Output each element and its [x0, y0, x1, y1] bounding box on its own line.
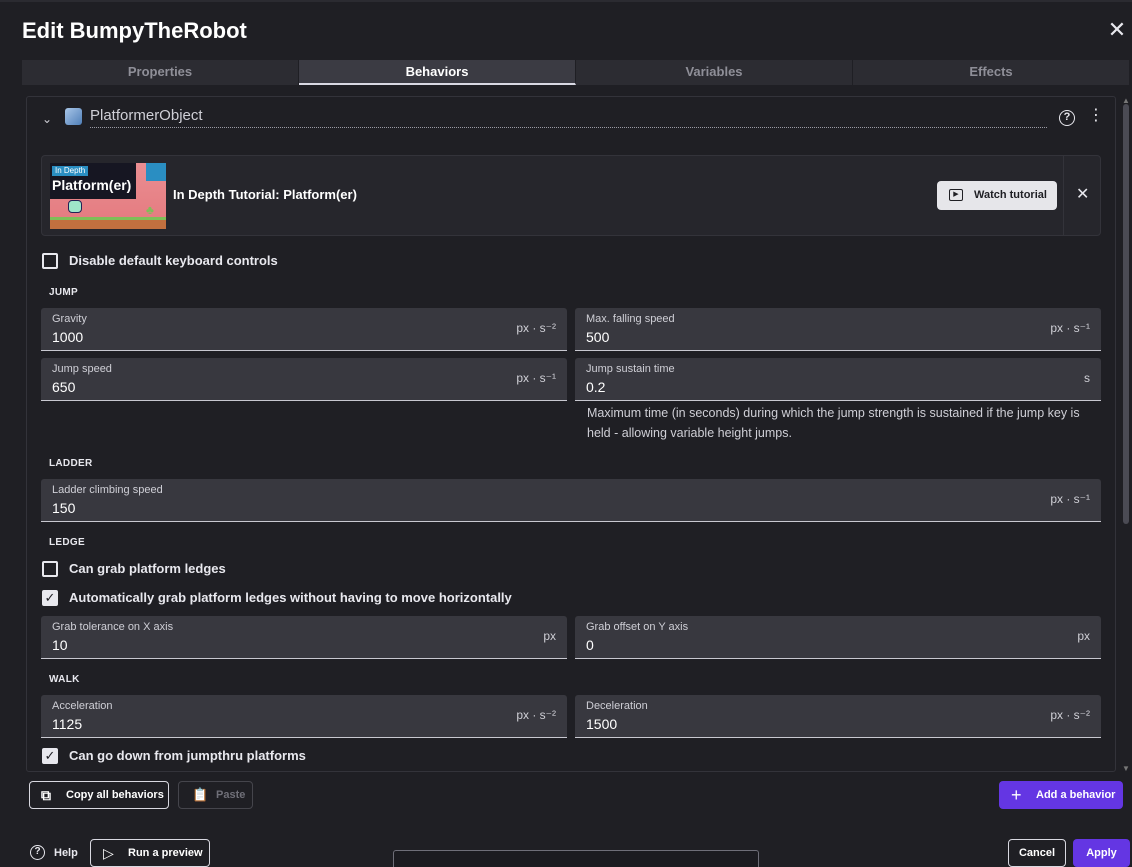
field-label: Deceleration: [586, 700, 648, 712]
jump-speed-field[interactable]: Jump speed 650 px · s⁻¹: [41, 358, 567, 401]
section-walk: WALK: [49, 674, 80, 685]
tab-behaviors[interactable]: Behaviors: [299, 60, 576, 85]
disable-keyboard-checkbox-row[interactable]: Disable default keyboard controls: [42, 252, 278, 270]
field-value[interactable]: 150: [52, 500, 75, 516]
checkbox[interactable]: [42, 561, 58, 577]
dismiss-tutorial-icon[interactable]: ✕: [1076, 184, 1089, 204]
tutorial-title: In Depth Tutorial: Platform(er): [173, 187, 357, 202]
clipboard-icon: 📋: [192, 787, 209, 802]
section-ledge: LEDGE: [49, 537, 85, 548]
help-label: Help: [54, 847, 78, 859]
paste-button[interactable]: 📋 Paste: [178, 781, 253, 809]
field-unit: px · s⁻²: [516, 708, 556, 722]
tutorial-thumbnail: In Depth Platform(er) ♣: [50, 163, 166, 229]
close-icon[interactable]: ✕: [1106, 19, 1128, 42]
grab-offset-y-field[interactable]: Grab offset on Y axis 0 px: [575, 616, 1101, 659]
max-falling-speed-field[interactable]: Max. falling speed 500 px · s⁻¹: [575, 308, 1101, 351]
ladder-climbing-speed-field[interactable]: Ladder climbing speed 150 px · s⁻¹: [41, 479, 1101, 522]
more-vertical-icon[interactable]: ⋮: [1088, 108, 1104, 124]
acceleration-field[interactable]: Acceleration 1125 px · s⁻²: [41, 695, 567, 738]
robot-icon: [68, 200, 82, 213]
chevron-down-icon[interactable]: ⌄: [42, 112, 52, 126]
section-jump: JUMP: [49, 287, 78, 298]
field-value[interactable]: 1500: [586, 716, 617, 732]
checkbox-label: Can grab platform ledges: [69, 561, 226, 576]
can-grab-ledges-checkbox-row[interactable]: Can grab platform ledges: [42, 560, 226, 578]
add-behavior-button[interactable]: + Add a behavior: [999, 781, 1123, 809]
help-button[interactable]: ? Help: [30, 845, 78, 861]
play-icon: ▷: [103, 845, 114, 861]
tab-variables[interactable]: Variables: [576, 60, 853, 85]
field-label: Gravity: [52, 313, 87, 325]
checkbox-label: Can go down from jumpthru platforms: [69, 748, 306, 763]
field-label: Grab offset on Y axis: [586, 621, 689, 633]
deceleration-field[interactable]: Deceleration 1500 px · s⁻²: [575, 695, 1101, 738]
run-preview-label: Run a preview: [128, 847, 203, 859]
field-label: Grab tolerance on X axis: [52, 621, 174, 633]
field-unit: px · s⁻²: [1050, 708, 1090, 722]
checkbox-checked[interactable]: ✓: [42, 748, 58, 764]
play-icon: ▶: [949, 189, 963, 201]
help-icon[interactable]: ?: [1059, 110, 1075, 126]
field-label: Ladder climbing speed: [52, 484, 163, 496]
copy-icon: ⧉: [41, 787, 51, 803]
top-border: [0, 0, 1132, 2]
tab-effects[interactable]: Effects: [853, 60, 1130, 85]
platformer-behavior-icon: [65, 108, 82, 125]
field-label: Acceleration: [52, 700, 113, 712]
checkbox[interactable]: [42, 253, 58, 269]
field-value[interactable]: 500: [586, 329, 609, 345]
field-unit: px: [543, 629, 556, 643]
field-value[interactable]: 1125: [52, 716, 82, 732]
thumbnail-badge: In Depth: [52, 166, 89, 176]
apply-button[interactable]: Apply: [1073, 839, 1130, 867]
grab-tolerance-x-field[interactable]: Grab tolerance on X axis 10 px: [41, 616, 567, 659]
add-behavior-label: Add a behavior: [1036, 789, 1116, 801]
field-unit: px: [1077, 629, 1090, 643]
thumbnail-title: Platform(er): [52, 177, 132, 193]
field-unit: px · s⁻¹: [1050, 321, 1090, 335]
scroll-down-arrow[interactable]: ▼: [1122, 764, 1130, 773]
behavior-header: ⌄ PlatformerObject ? ⋮: [36, 104, 1106, 132]
jump-sustain-time-field[interactable]: Jump sustain time 0.2 s: [575, 358, 1101, 401]
section-ladder: LADDER: [49, 458, 93, 469]
field-unit: px · s⁻²: [516, 321, 556, 335]
can-go-down-jumpthru-checkbox-row[interactable]: ✓ Can go down from jumpthru platforms: [42, 747, 306, 765]
field-value[interactable]: 0: [586, 637, 594, 653]
run-preview-button[interactable]: ▷ Run a preview: [90, 839, 210, 867]
copy-all-label: Copy all behaviors: [66, 789, 164, 801]
field-label: Jump speed: [52, 363, 112, 375]
tab-properties[interactable]: Properties: [22, 60, 299, 85]
watch-tutorial-button[interactable]: ▶ Watch tutorial: [937, 181, 1057, 210]
watch-tutorial-label: Watch tutorial: [974, 189, 1047, 201]
tutorial-card: In Depth Platform(er) ♣ In Depth Tutoria…: [41, 155, 1101, 236]
field-value[interactable]: 10: [52, 637, 68, 653]
field-label: Max. falling speed: [586, 313, 675, 325]
gravity-field[interactable]: Gravity 1000 px · s⁻²: [41, 308, 567, 351]
field-value[interactable]: 650: [52, 379, 75, 395]
tab-bar: Properties Behaviors Variables Effects: [22, 60, 1130, 85]
plant-icon: ♣: [146, 203, 154, 217]
field-label: Jump sustain time: [586, 363, 675, 375]
paste-label: Paste: [216, 789, 246, 801]
help-circle-icon: ?: [30, 845, 45, 860]
checkbox-label: Automatically grab platform ledges witho…: [69, 590, 512, 605]
jump-sustain-help-text: Maximum time (in seconds) during which t…: [587, 406, 1080, 440]
plus-icon: +: [1011, 785, 1022, 805]
field-value[interactable]: 0.2: [586, 379, 605, 395]
field-unit: px · s⁻¹: [516, 371, 556, 385]
bottom-panel: [393, 850, 759, 867]
checkbox-label: Disable default keyboard controls: [69, 253, 278, 268]
auto-grab-ledges-checkbox-row[interactable]: ✓ Automatically grab platform ledges wit…: [42, 589, 512, 607]
cancel-button[interactable]: Cancel: [1008, 839, 1066, 867]
checkbox-checked[interactable]: ✓: [42, 590, 58, 606]
field-value[interactable]: 1000: [52, 329, 83, 345]
divider: [1063, 156, 1064, 235]
field-unit: s: [1084, 371, 1090, 385]
dialog-title: Edit BumpyTheRobot: [22, 18, 247, 43]
behavior-name-input[interactable]: PlatformerObject: [90, 104, 1047, 128]
scrollbar-thumb[interactable]: [1123, 104, 1129, 524]
copy-all-behaviors-button[interactable]: ⧉ Copy all behaviors: [29, 781, 169, 809]
field-unit: px · s⁻¹: [1050, 492, 1090, 506]
